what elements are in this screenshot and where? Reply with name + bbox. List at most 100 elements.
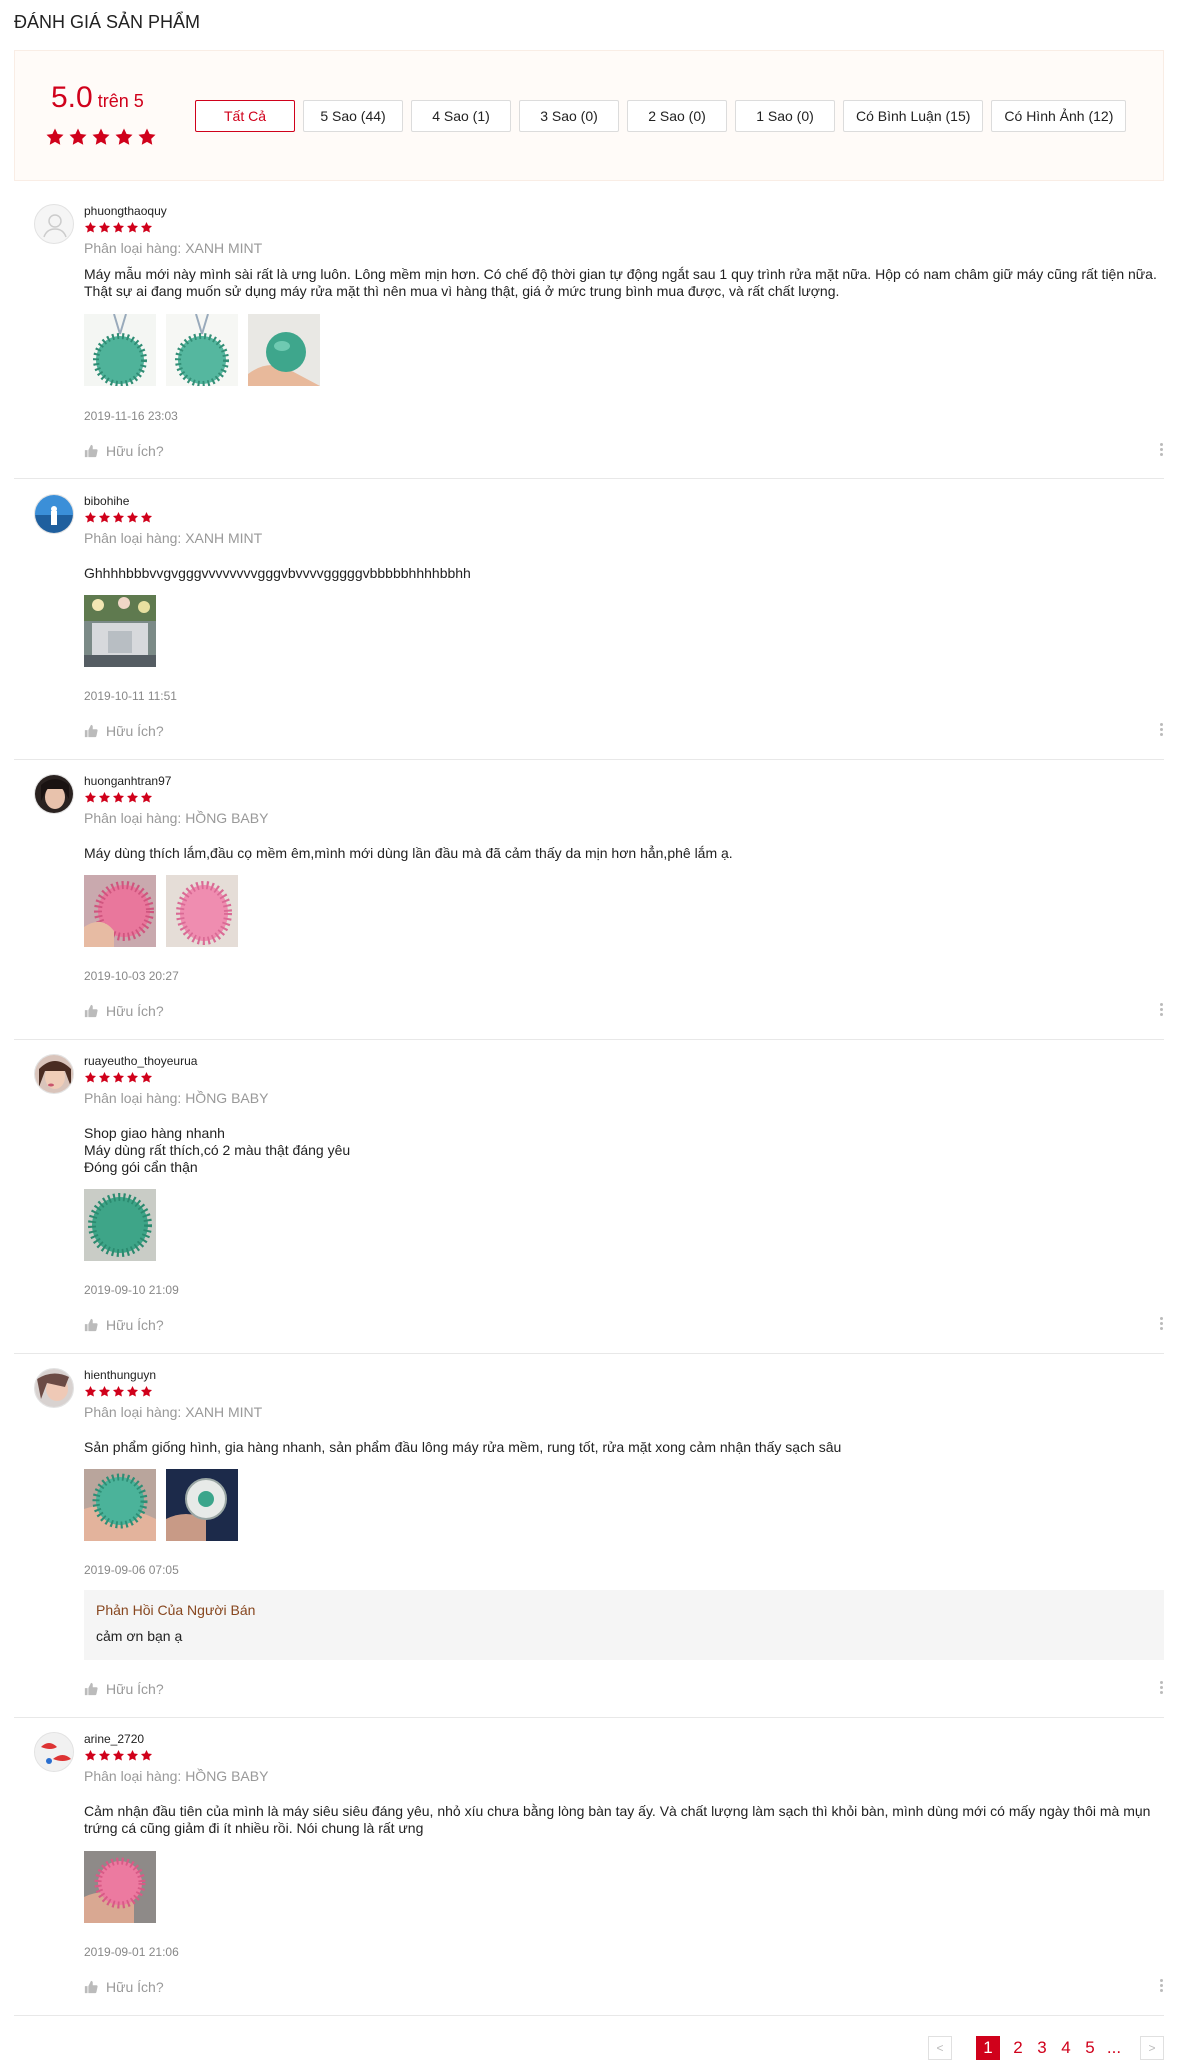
score-out-of: trên 5 [92, 91, 144, 111]
avatar[interactable] [34, 774, 74, 814]
filter-5-star[interactable]: 5 Sao (44) [303, 100, 403, 132]
star-icon [114, 127, 134, 147]
star-icon [140, 1385, 153, 1398]
more-options-icon[interactable] [1158, 1979, 1164, 1992]
more-options-icon[interactable] [1158, 1681, 1164, 1694]
username[interactable]: arine_2720 [84, 1732, 144, 1746]
page-ellipsis[interactable]: ... [1102, 2036, 1126, 2060]
review-image[interactable] [84, 314, 156, 386]
review-images [84, 314, 320, 386]
helpful-button[interactable]: Hữu Ích? [84, 1003, 164, 1019]
seller-reply-header: Phản Hồi Của Người Bán [96, 1602, 256, 1618]
filter-3-star[interactable]: 3 Sao (0) [519, 100, 619, 132]
username[interactable]: phuongthaoquy [84, 204, 167, 218]
page-1[interactable]: 1 [976, 2036, 1000, 2060]
star-icon [84, 1749, 97, 1762]
filter-4-star[interactable]: 4 Sao (1) [411, 100, 511, 132]
filter-with-comment[interactable]: Có Bình Luận (15) [843, 100, 984, 132]
variant-label: Phân loại hàng: XANH MINT [84, 1404, 263, 1420]
review-image[interactable] [166, 1469, 238, 1541]
filter-with-image[interactable]: Có Hình Ảnh (12) [991, 100, 1127, 132]
avatar[interactable] [34, 494, 74, 534]
review-image[interactable] [84, 1469, 156, 1541]
helpful-label: Hữu Ích? [106, 1003, 164, 1019]
avatar[interactable] [34, 1732, 74, 1772]
rating-filters: Tất Cả 5 Sao (44) 4 Sao (1) 3 Sao (0) 2 … [195, 100, 1127, 132]
review-date: 2019-09-06 07:05 [84, 1563, 179, 1577]
review-image[interactable] [248, 314, 320, 386]
review-stars [84, 1749, 153, 1762]
review-image[interactable] [84, 1851, 156, 1923]
variant-label: Phân loại hàng: HỒNG BABY [84, 1090, 269, 1106]
helpful-button[interactable]: Hữu Ích? [84, 1681, 164, 1697]
helpful-button[interactable]: Hữu Ích? [84, 443, 164, 459]
username[interactable]: bibohihe [84, 494, 129, 508]
thumbs-up-icon [84, 724, 98, 738]
more-options-icon[interactable] [1158, 1317, 1164, 1330]
review-images [84, 1469, 238, 1541]
review-image[interactable] [84, 1189, 156, 1261]
star-icon [84, 1071, 97, 1084]
variant-label: Phân loại hàng: XANH MINT [84, 240, 263, 256]
next-page-button[interactable]: > [1140, 2036, 1164, 2060]
username[interactable]: huonganhtran97 [84, 774, 171, 788]
helpful-button[interactable]: Hữu Ích? [84, 723, 164, 739]
comment-line: Cảm nhận đầu tiên của mình là máy siêu s… [84, 1803, 1151, 1836]
star-icon [84, 791, 97, 804]
star-icon [140, 791, 153, 804]
review-images [84, 595, 156, 667]
star-icon [112, 791, 125, 804]
filter-2-star[interactable]: 2 Sao (0) [627, 100, 727, 132]
star-icon [98, 1071, 111, 1084]
star-icon [112, 1749, 125, 1762]
star-icon [45, 127, 65, 147]
review-date: 2019-11-16 23:03 [84, 409, 178, 423]
review-comment: Máy dùng thích lắm,đầu cọ mềm êm,mình mớ… [84, 845, 1159, 862]
review-comment: Ghhhhbbbvvgvgggvvvvvvvvgggvbvvvvgggggvbb… [84, 565, 1159, 582]
more-options-icon[interactable] [1158, 1003, 1164, 1016]
review-image[interactable] [166, 875, 238, 947]
star-icon [98, 1749, 111, 1762]
review-comment: Cảm nhận đầu tiên của mình là máy siêu s… [84, 1803, 1159, 1837]
page-4[interactable]: 4 [1054, 2036, 1078, 2060]
review-date: 2019-09-10 21:09 [84, 1283, 179, 1297]
star-icon [140, 511, 153, 524]
filter-all[interactable]: Tất Cả [195, 100, 295, 132]
score-value: 5.0 [51, 81, 93, 114]
review-image[interactable] [84, 875, 156, 947]
page-5[interactable]: 5 [1078, 2036, 1102, 2060]
star-icon [98, 511, 111, 524]
review-item: ruayeutho_thoyeurua Phân loại hàng: HỒNG… [14, 1040, 1164, 1354]
username[interactable]: hienthunguyn [84, 1368, 156, 1382]
star-icon [137, 127, 157, 147]
thumbs-up-icon [84, 1682, 98, 1696]
filter-1-star[interactable]: 1 Sao (0) [735, 100, 835, 132]
comment-line: Ghhhhbbbvvgvgggvvvvvvvvgggvbvvvvgggggvbb… [84, 565, 471, 581]
helpful-button[interactable]: Hữu Ích? [84, 1317, 164, 1333]
avatar[interactable] [34, 1368, 74, 1408]
variant-label: Phân loại hàng: XANH MINT [84, 530, 263, 546]
page-2[interactable]: 2 [1006, 2036, 1030, 2060]
review-item: hienthunguyn Phân loại hàng: XANH MINT S… [14, 1354, 1164, 1718]
star-icon [98, 791, 111, 804]
review-item: arine_2720 Phân loại hàng: HỒNG BABY Cảm… [14, 1718, 1164, 2016]
more-options-icon[interactable] [1158, 723, 1164, 736]
review-comment: Sản phẩm giống hình, gia hàng nhanh, sản… [84, 1439, 1159, 1456]
username[interactable]: ruayeutho_thoyeurua [84, 1054, 197, 1068]
review-image[interactable] [166, 314, 238, 386]
review-stars [84, 221, 153, 234]
thumbs-up-icon [84, 444, 98, 458]
overview-stars [45, 127, 157, 147]
prev-page-button[interactable]: < [928, 2036, 952, 2060]
review-stars [84, 1071, 153, 1084]
avatar[interactable] [34, 1054, 74, 1094]
avatar[interactable] [34, 204, 74, 244]
star-icon [68, 127, 88, 147]
more-options-icon[interactable] [1158, 443, 1164, 456]
helpful-button[interactable]: Hữu Ích? [84, 1979, 164, 1995]
page-3[interactable]: 3 [1030, 2036, 1054, 2060]
review-image[interactable] [84, 595, 156, 667]
star-icon [112, 221, 125, 234]
seller-reply: Phản Hồi Của Người Bán cảm ơn bạn ạ [84, 1590, 1164, 1660]
comment-line: Sản phẩm giống hình, gia hàng nhanh, sản… [84, 1439, 842, 1455]
